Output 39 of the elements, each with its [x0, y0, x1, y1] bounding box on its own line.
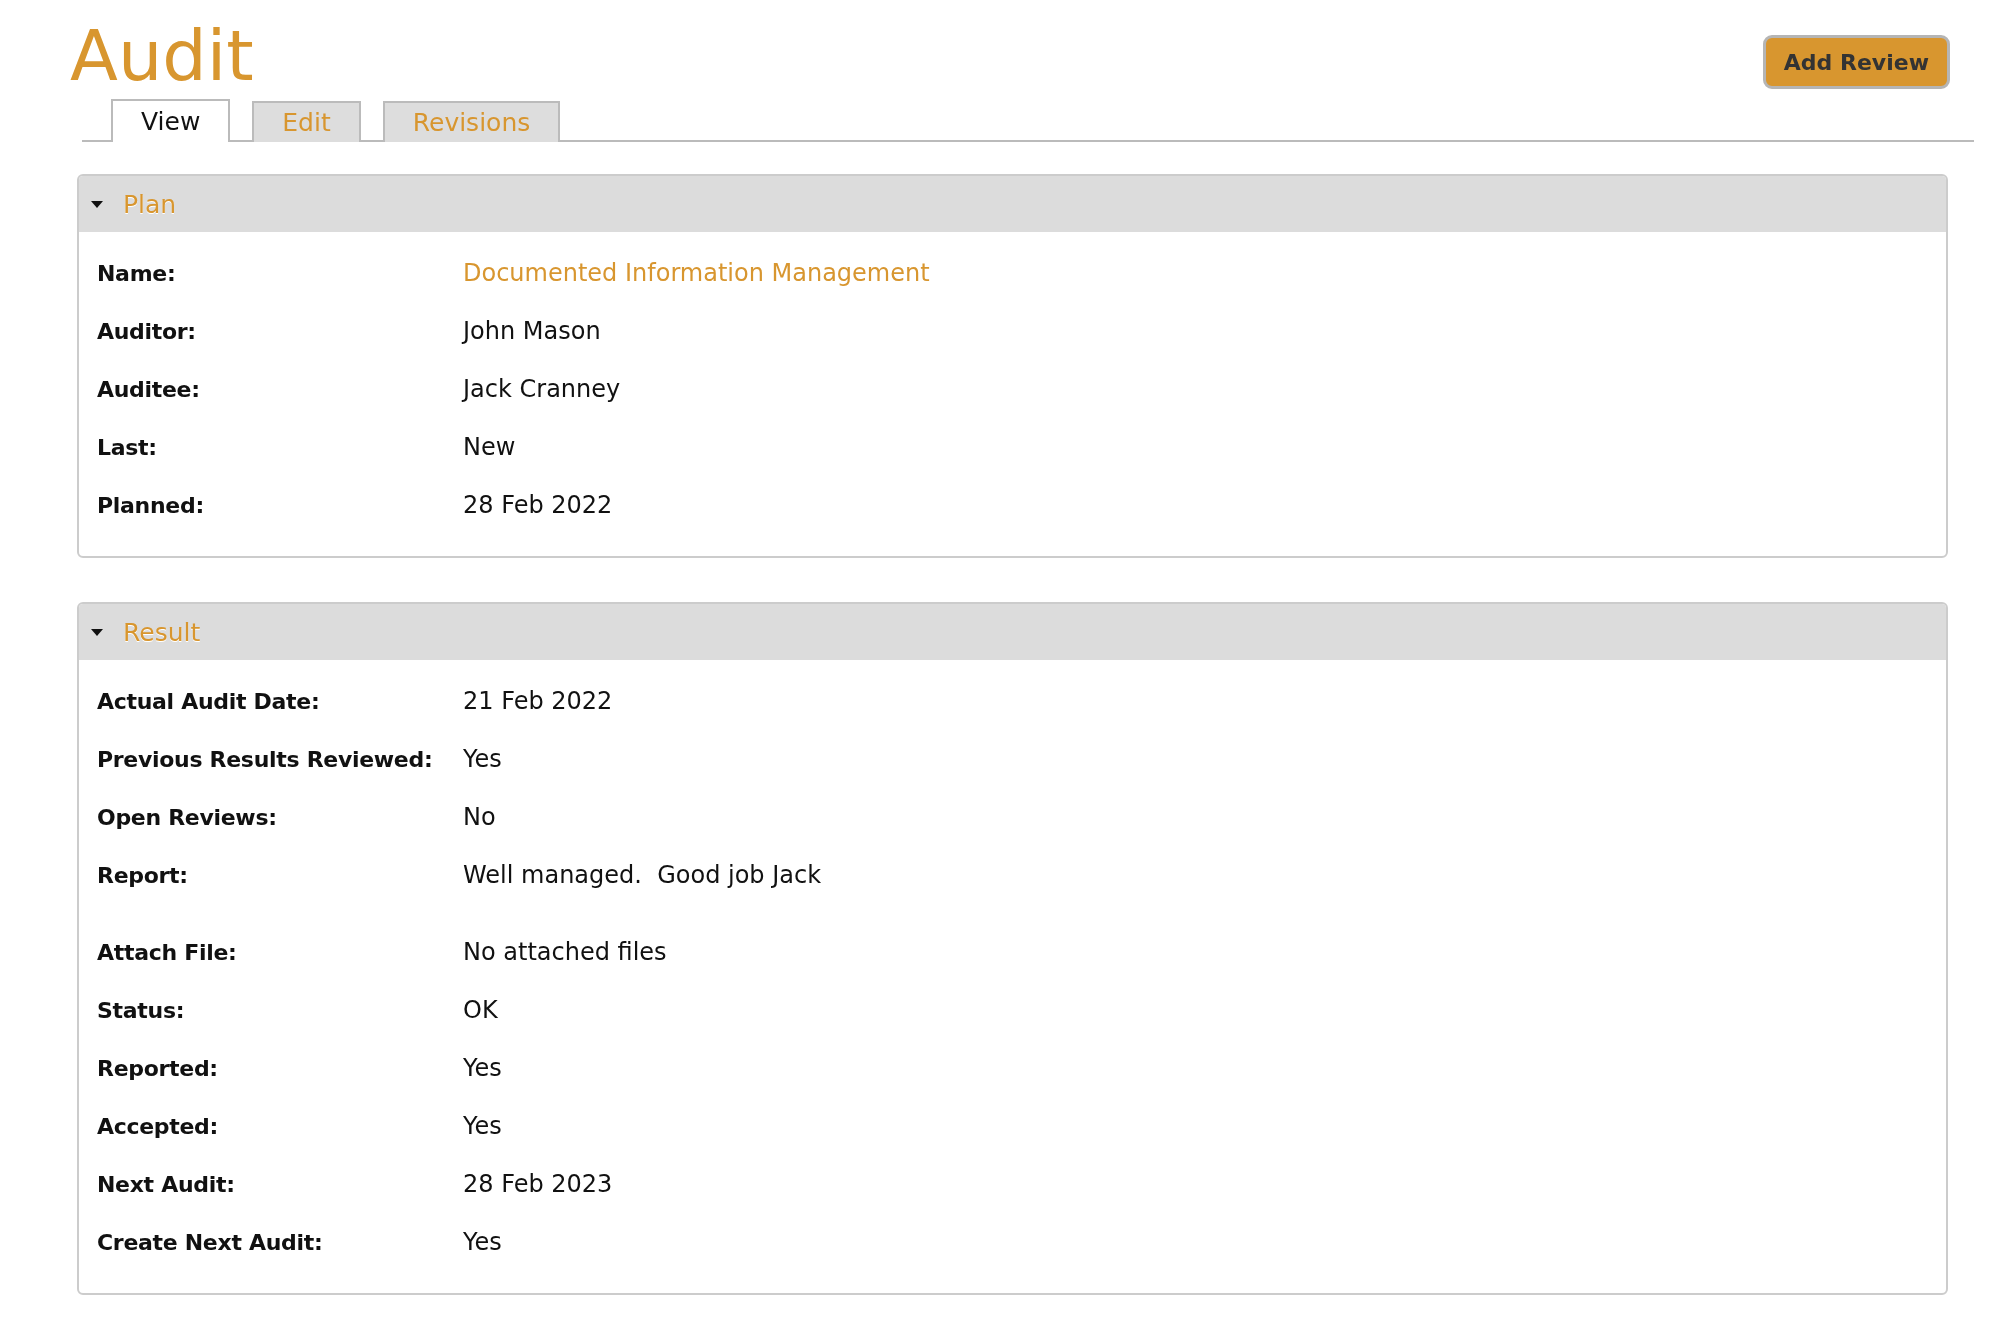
section-header[interactable]: Result	[79, 604, 1946, 660]
field-label: Create Next Audit:	[97, 1229, 324, 1255]
field-label: Name:	[97, 260, 177, 286]
field-label: Auditor:	[97, 318, 197, 344]
tab[interactable]: Edit	[252, 101, 361, 142]
field-value: 28 Feb 2023	[463, 1170, 613, 1198]
field-label: Planned:	[97, 492, 205, 518]
field-value: John Mason	[463, 317, 601, 345]
field-label: Next Audit:	[97, 1171, 236, 1197]
field-value: No attached files	[463, 938, 667, 966]
field-label: Previous Results Reviewed:	[97, 746, 434, 772]
add-review-button[interactable]: Add Review	[1762, 35, 1950, 89]
field-value: Yes	[463, 1228, 502, 1256]
plan-link[interactable]: Documented Information Management	[463, 259, 930, 287]
section-title: Result	[123, 617, 201, 647]
field-value: 28 Feb 2022	[463, 491, 613, 519]
field-value: Jack Cranney	[463, 375, 621, 403]
field-value: Well managed. Good job Jack	[463, 861, 822, 889]
field-value: Yes	[463, 1054, 502, 1082]
field-label: Reported:	[97, 1055, 219, 1081]
field-label: Report:	[97, 862, 189, 888]
tab[interactable]: Revisions	[382, 101, 561, 142]
section-title: Plan	[123, 189, 177, 219]
tab[interactable]: View	[111, 99, 231, 142]
page-title: Audit	[70, 16, 254, 96]
field-value: New	[463, 433, 516, 461]
field-value: OK	[463, 996, 498, 1024]
field-label: Status:	[97, 997, 186, 1023]
field-value: No	[463, 803, 496, 831]
field-label: Auditee:	[97, 376, 201, 402]
field-label: Accepted:	[97, 1113, 220, 1139]
field-label: Attach File:	[97, 939, 238, 965]
section-header[interactable]: Plan	[79, 176, 1946, 232]
field-label: Open Reviews:	[97, 804, 278, 830]
field-value: 21 Feb 2022	[463, 687, 613, 715]
field-value: Yes	[463, 1112, 502, 1140]
field-label: Actual Audit Date:	[97, 688, 321, 714]
field-value: Yes	[463, 745, 502, 773]
field-label: Last:	[97, 434, 158, 460]
